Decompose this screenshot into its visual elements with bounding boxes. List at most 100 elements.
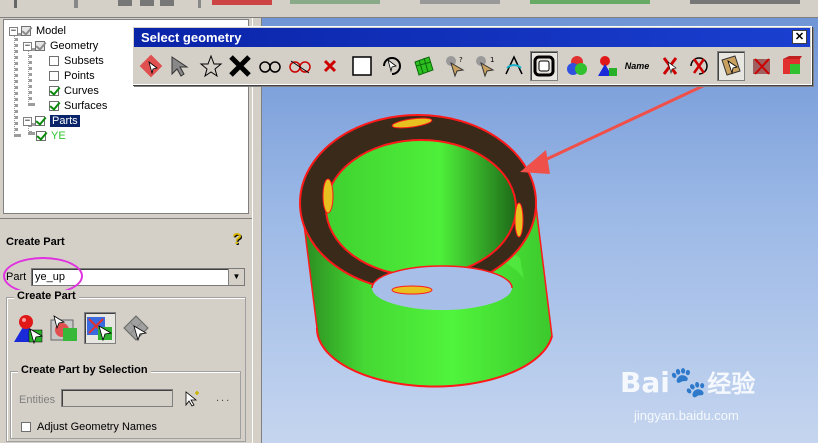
x-curve-icon bbox=[690, 57, 708, 75]
create-part-by-selection-group: Create Part by Selection Entities ... Ad… bbox=[10, 364, 241, 439]
tree-item-points[interactable]: Points bbox=[49, 69, 95, 83]
part-label: Part bbox=[6, 271, 27, 283]
toolbar-button-icon[interactable] bbox=[118, 0, 132, 6]
select-curves-button[interactable]: 1 bbox=[471, 51, 499, 81]
help-icon[interactable]: ? bbox=[229, 231, 245, 249]
annotation-arrow-head bbox=[520, 150, 550, 174]
select-all-button[interactable] bbox=[197, 51, 225, 81]
toolbar-button-icon[interactable] bbox=[212, 0, 272, 5]
select-by-part-button[interactable] bbox=[563, 51, 591, 81]
rim-slot bbox=[322, 178, 334, 214]
create-part-panel: Create Part ? Part ye_up ▼ Create Part C… bbox=[0, 218, 252, 443]
toolbar-button-icon[interactable] bbox=[140, 0, 154, 6]
model-checkbox[interactable] bbox=[21, 26, 31, 36]
tree-item-surfaces[interactable]: Surfaces bbox=[49, 99, 107, 113]
green-mesh-icon bbox=[414, 56, 434, 76]
exclude-bodies-button[interactable] bbox=[748, 51, 776, 81]
toolbar-button-icon[interactable] bbox=[160, 0, 174, 6]
select-bodies-button[interactable] bbox=[530, 51, 558, 81]
x-cursor-icon bbox=[662, 57, 678, 75]
select-points-button[interactable]: ? bbox=[441, 51, 469, 81]
create-by-body-button[interactable] bbox=[48, 312, 80, 344]
toolbar-separator-icon bbox=[14, 0, 17, 8]
create-by-mesh-button[interactable] bbox=[120, 312, 152, 344]
curves-checkbox[interactable] bbox=[49, 86, 59, 96]
tree-item-model[interactable]: − Model bbox=[9, 24, 66, 38]
ye-checkbox[interactable] bbox=[36, 131, 46, 141]
select-surfaces-button[interactable] bbox=[378, 51, 406, 81]
exclude-curves-button[interactable] bbox=[685, 51, 713, 81]
chevron-down-icon[interactable]: ▼ bbox=[228, 269, 244, 285]
subsets-checkbox[interactable] bbox=[49, 56, 59, 66]
create-by-selection-button[interactable] bbox=[12, 312, 44, 345]
shapes-icon bbox=[598, 56, 617, 76]
collapse-icon[interactable]: − bbox=[9, 26, 18, 36]
select-visible-button[interactable] bbox=[256, 51, 284, 81]
color-circles-icon bbox=[567, 56, 587, 75]
adjust-geometry-names-label: Adjust Geometry Names bbox=[37, 421, 157, 433]
toolbar-button-icon[interactable] bbox=[530, 0, 650, 4]
select-hidden-button[interactable] bbox=[286, 51, 314, 81]
toggle-selection-button[interactable] bbox=[137, 51, 165, 81]
tree-item-label: Geometry bbox=[50, 40, 99, 52]
tree-item-label: Points bbox=[64, 70, 95, 82]
panel-title: Create Part bbox=[6, 236, 65, 248]
surfaces-checkbox[interactable] bbox=[49, 101, 59, 111]
curve-cursor-icon: 1 bbox=[476, 56, 494, 78]
surface-cursor-icon bbox=[721, 55, 741, 76]
create-by-element-button[interactable] bbox=[84, 312, 116, 344]
tree-item-ye[interactable]: YE bbox=[36, 129, 66, 143]
select-entities-cursor-icon[interactable] bbox=[183, 391, 201, 407]
more-button[interactable]: ... bbox=[216, 392, 231, 404]
select-edges-button[interactable] bbox=[500, 51, 528, 81]
name-filter-button[interactable]: Name bbox=[623, 51, 651, 81]
tree-line bbox=[14, 33, 18, 137]
tree-item-parts[interactable]: − Parts bbox=[23, 114, 80, 128]
deselect-all-button[interactable] bbox=[226, 51, 254, 81]
create-by-body-icon bbox=[50, 315, 77, 341]
adjust-geometry-names-row[interactable]: Adjust Geometry Names bbox=[21, 421, 157, 433]
tree-item-geometry[interactable]: − Geometry bbox=[23, 39, 98, 53]
create-by-element-icon bbox=[87, 317, 113, 342]
exclude-parts-button[interactable] bbox=[778, 51, 806, 81]
exclude-points-button[interactable] bbox=[656, 51, 684, 81]
geometry-checkbox[interactable] bbox=[35, 41, 45, 51]
toolbar-button-icon[interactable] bbox=[690, 0, 800, 4]
collapse-icon[interactable]: − bbox=[23, 41, 32, 51]
parts-checkbox[interactable] bbox=[35, 116, 45, 126]
rim-slot bbox=[391, 285, 433, 295]
part-name-select[interactable]: ye_up ▼ bbox=[31, 268, 245, 286]
point-cursor-icon: ? bbox=[446, 56, 465, 78]
rim-slot bbox=[514, 202, 524, 238]
select-mesh-surface-button[interactable] bbox=[410, 51, 438, 81]
tree-item-label: Surfaces bbox=[64, 100, 108, 112]
annotation-arrow bbox=[531, 76, 721, 168]
name-cursor-icon bbox=[171, 56, 189, 77]
collapse-icon[interactable]: − bbox=[23, 116, 32, 126]
svg-text:?: ? bbox=[459, 56, 463, 64]
select-shapes-button[interactable] bbox=[593, 51, 621, 81]
adjust-geometry-names-checkbox[interactable] bbox=[21, 422, 31, 432]
toolbar-separator-icon bbox=[198, 0, 201, 8]
cancel-selection-button[interactable] bbox=[316, 51, 344, 81]
toolbar-button-icon[interactable] bbox=[420, 0, 500, 4]
entities-input[interactable] bbox=[61, 389, 173, 407]
exclude-surfaces-button[interactable] bbox=[717, 51, 745, 81]
tree-item-subsets[interactable]: Subsets bbox=[49, 54, 104, 68]
toolbar-button-icon[interactable] bbox=[290, 0, 380, 4]
toolbar-title-bar[interactable]: Select geometry ✕ bbox=[134, 28, 810, 47]
black-x-icon bbox=[229, 55, 251, 77]
arrow-surface-icon bbox=[383, 57, 401, 75]
close-button[interactable]: ✕ bbox=[792, 30, 807, 44]
select-by-name-button[interactable] bbox=[166, 51, 194, 81]
create-by-mesh-icon bbox=[123, 315, 149, 342]
group-title: Create Part bbox=[14, 290, 79, 302]
group-title: Create Part by Selection bbox=[18, 364, 151, 376]
points-checkbox[interactable] bbox=[49, 71, 59, 81]
tree-item-curves[interactable]: Curves bbox=[49, 84, 99, 98]
red-x-icon bbox=[323, 59, 337, 73]
selection-mode-icon bbox=[139, 54, 163, 78]
rounded-square-icon bbox=[533, 55, 555, 77]
star-outline-icon bbox=[199, 54, 223, 78]
box-select-button[interactable] bbox=[348, 51, 376, 81]
